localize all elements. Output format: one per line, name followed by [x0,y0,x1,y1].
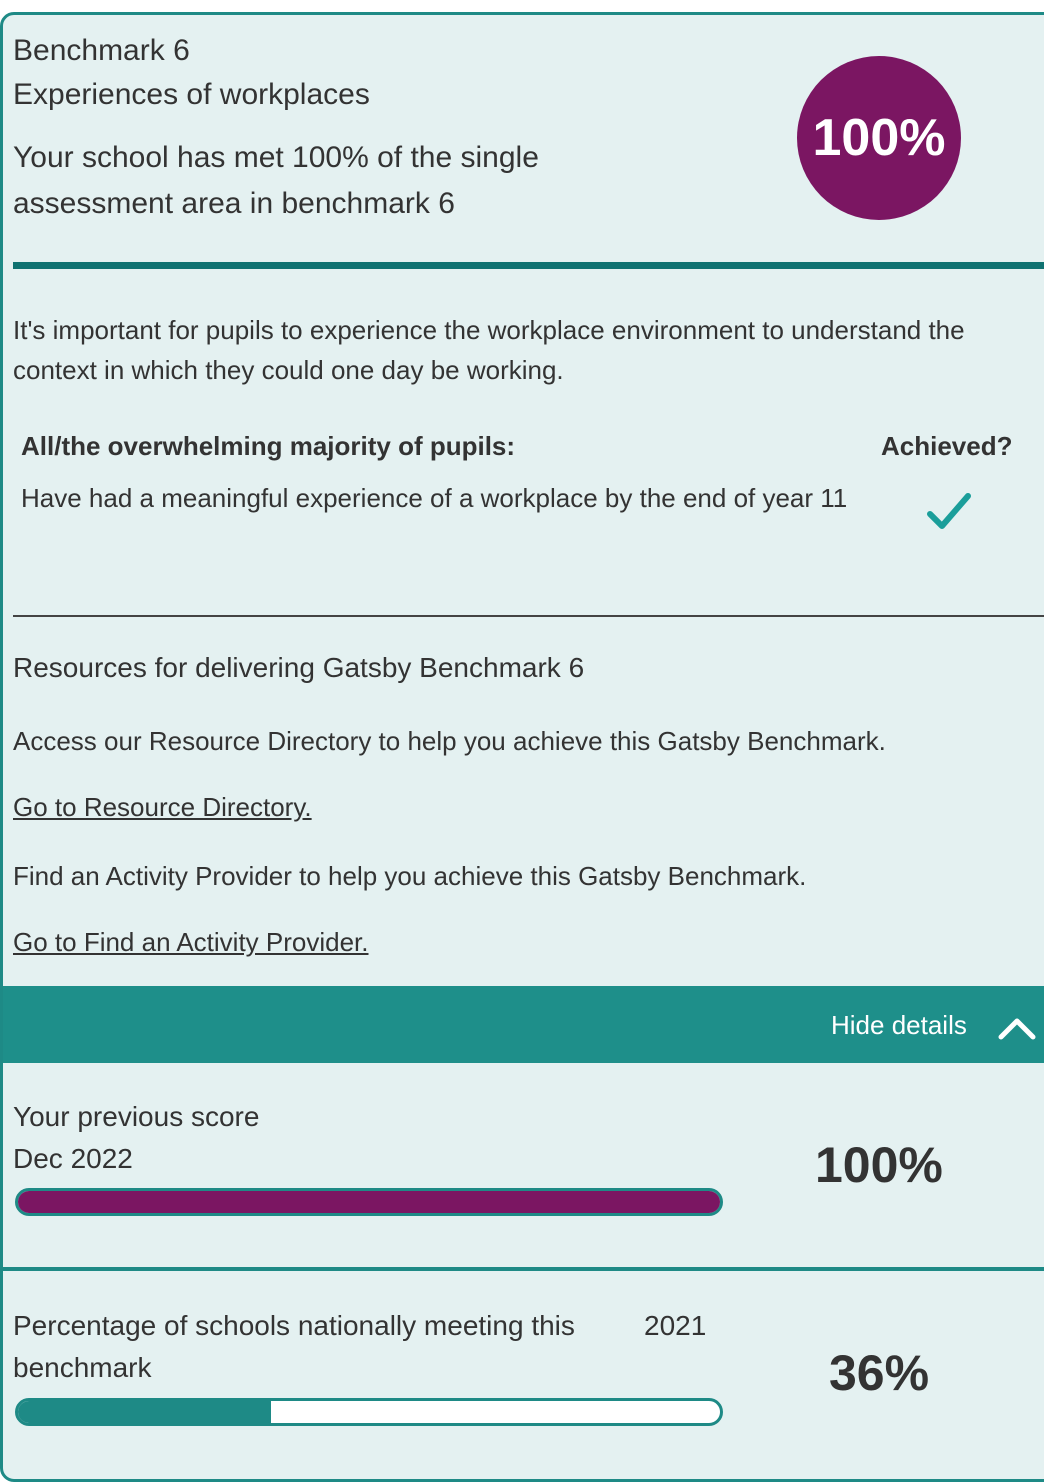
chevron-up-icon[interactable] [997,1013,1037,1041]
checkmark-icon [927,493,971,529]
national-progress-fill [18,1401,271,1423]
national-progress-bar [15,1398,723,1426]
national-divider [3,1267,1044,1271]
resources-divider [13,615,1044,617]
criteria-column-header: All/the overwhelming majority of pupils: [21,431,516,461]
resources-title: Resources for delivering Gatsby Benchmar… [13,652,585,683]
hide-details-button[interactable]: Hide details [831,1008,967,1042]
national-percentage-label: Percentage of schools nationally meeting… [13,1310,575,1383]
activity-provider-link[interactable]: Go to Find an Activity Provider. [13,922,369,962]
achieved-column-header: Achieved? [881,431,1013,461]
section-divider [13,262,1044,269]
activity-provider-text: Find an Activity Provider to help you ac… [13,861,807,891]
previous-score-value: 100% [815,1137,943,1193]
resource-directory-link[interactable]: Go to Resource Directory. [13,787,312,827]
score-badge: 100% [797,56,961,220]
national-year: 2021 [644,1310,707,1341]
previous-score-label: Your previous score [13,1101,260,1132]
intro-text: It's important for pupils to experience … [13,315,965,385]
benchmark-subtitle: Experiences of workplaces [13,78,370,111]
benchmark-summary: Your school has met 100% of the single a… [13,141,539,220]
benchmark-card: Benchmark 6 Experiences of workplaces Yo… [0,12,1044,1482]
previous-score-date: Dec 2022 [13,1143,133,1174]
benchmark-title: Benchmark 6 [13,34,190,67]
criterion-text: Have had a meaningful experience of a wo… [21,483,848,513]
resources-directory-text: Access our Resource Directory to help yo… [13,726,886,756]
previous-score-progress-bar [15,1188,723,1216]
national-score-value: 36% [829,1345,930,1401]
previous-score-progress-fill [18,1191,720,1213]
